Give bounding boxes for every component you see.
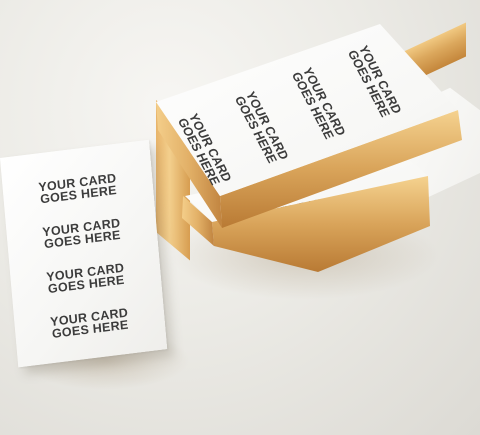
flat-business-card: YOUR CARD GOES HERE YOUR CARD GOES HERE …	[0, 139, 168, 368]
photo-scene: YOUR CARD GOES HERE YOUR CARD GOES HERE …	[0, 0, 480, 435]
